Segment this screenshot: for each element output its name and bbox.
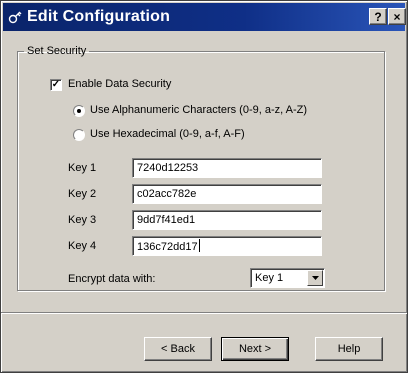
dropdown-arrow-icon[interactable] bbox=[307, 270, 323, 286]
close-icon: × bbox=[393, 9, 401, 24]
key-3-label: Key 3 bbox=[68, 214, 97, 226]
next-button[interactable]: Next > bbox=[221, 337, 289, 361]
key-2-input[interactable]: c02acc782e bbox=[132, 184, 322, 204]
radio-hexadecimal-label[interactable]: Use Hexadecimal (0-9, a-f, A-F) bbox=[90, 128, 245, 140]
key-3-input[interactable]: 9dd7f41ed1 bbox=[132, 210, 322, 230]
key-1-label: Key 1 bbox=[68, 162, 97, 174]
key-3-value: 9dd7f41ed1 bbox=[137, 214, 196, 226]
back-button[interactable]: < Back bbox=[144, 337, 212, 361]
title-bar[interactable]: Edit Configuration ? × bbox=[3, 3, 406, 31]
radio-alphanumeric-label[interactable]: Use Alphanumeric Characters (0-9, a-z, A… bbox=[90, 104, 307, 116]
key-1-value: 7240d12253 bbox=[137, 162, 199, 174]
key-2-value: c02acc782e bbox=[137, 188, 197, 200]
app-icon bbox=[7, 9, 23, 25]
key-1-input[interactable]: 7240d12253 bbox=[132, 158, 322, 178]
help-button[interactable]: Help bbox=[315, 337, 383, 361]
set-security-group: Set Security ✓ Enable Data Security Use … bbox=[17, 45, 385, 291]
radio-hexadecimal[interactable] bbox=[73, 129, 85, 141]
button-separator bbox=[1, 312, 407, 314]
close-button[interactable]: × bbox=[388, 8, 406, 25]
radio-selected-dot bbox=[77, 109, 81, 113]
encrypt-label: Encrypt data with: bbox=[68, 273, 156, 285]
text-caret bbox=[198, 239, 200, 252]
encrypt-key-select[interactable]: Key 1 bbox=[250, 268, 325, 288]
key-2-label: Key 2 bbox=[68, 188, 97, 200]
key-4-value: 136c72dd17 bbox=[137, 241, 198, 253]
window-title: Edit Configuration bbox=[27, 8, 171, 25]
key-4-label: Key 4 bbox=[68, 240, 97, 252]
radio-alphanumeric[interactable] bbox=[73, 105, 85, 117]
question-icon: ? bbox=[374, 9, 382, 24]
group-legend: Set Security bbox=[27, 45, 87, 57]
key-4-input[interactable]: 136c72dd17 bbox=[132, 236, 322, 256]
enable-security-checkbox[interactable]: ✓ bbox=[50, 79, 62, 91]
checkmark-icon: ✓ bbox=[51, 79, 61, 90]
edit-configuration-dialog: Edit Configuration ? × Set Security ✓ En… bbox=[0, 0, 408, 373]
encrypt-key-value: Key 1 bbox=[255, 272, 284, 284]
help-title-button[interactable]: ? bbox=[369, 8, 387, 25]
enable-security-label[interactable]: Enable Data Security bbox=[68, 78, 171, 90]
